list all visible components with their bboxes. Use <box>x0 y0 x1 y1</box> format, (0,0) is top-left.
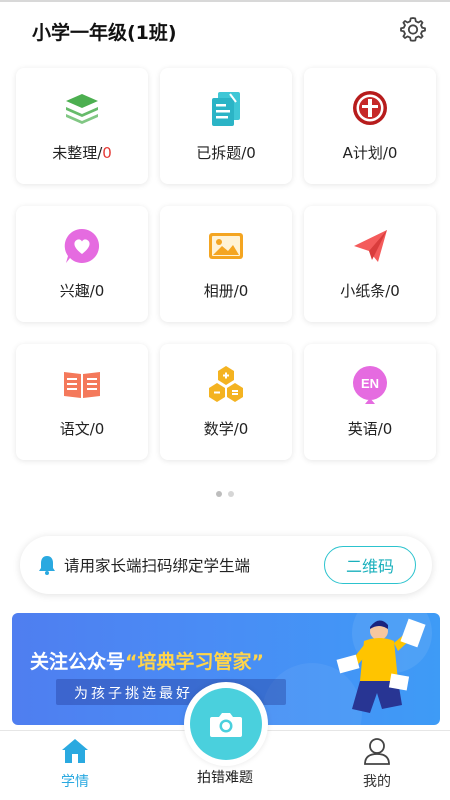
tile-chinese[interactable]: 语文/0 <box>16 344 148 460</box>
camera-button-inner <box>190 688 262 760</box>
tile-english[interactable]: EN 英语/0 <box>304 344 436 460</box>
tile-album[interactable]: 相册/0 <box>160 206 292 322</box>
bell-icon <box>39 556 55 575</box>
gear-icon[interactable] <box>398 14 428 44</box>
photo-icon <box>209 233 243 259</box>
open-book-icon <box>64 372 100 398</box>
en-badge-icon: EN <box>353 366 387 404</box>
user-icon <box>364 738 390 765</box>
banner-subtitle: 为孩子挑选最好 <box>74 686 193 702</box>
tile-interest[interactable]: 兴趣/0 <box>16 206 148 322</box>
tile-label: 未整理/0 <box>52 144 112 162</box>
tile-label: 已拆题/0 <box>196 144 256 162</box>
page-dot[interactable] <box>216 491 222 497</box>
tile-label: 英语/0 <box>347 420 393 438</box>
tile-label: A计划/0 <box>342 144 398 162</box>
math-blocks-icon <box>209 366 243 402</box>
tile-math[interactable]: 数学/0 <box>160 344 292 460</box>
page-indicator <box>0 491 450 497</box>
feature-grid: 未整理/0 已拆题/0 A计划/0 兴趣/0 相册/0 小纸条/0 语文/0 数… <box>16 68 436 460</box>
tile-label: 语文/0 <box>59 420 105 438</box>
camera-button[interactable] <box>184 682 268 766</box>
svg-text:EN: EN <box>361 376 379 391</box>
camera-icon <box>210 713 242 737</box>
tab-camera-label[interactable]: 拍错难题 <box>0 767 450 787</box>
home-icon <box>62 739 88 763</box>
banner-title: 关注公众号“培典学习管家” <box>30 651 264 673</box>
tile-split[interactable]: 已拆题/0 <box>160 68 292 184</box>
tile-label: 数学/0 <box>203 420 249 438</box>
tile-label: 小纸条/0 <box>340 282 400 300</box>
paper-plane-icon <box>354 230 387 262</box>
tile-a-plan[interactable]: A计划/0 <box>304 68 436 184</box>
tile-label: 兴趣/0 <box>59 282 105 300</box>
notice-text: 请用家长端扫码绑定学生端 <box>64 557 251 575</box>
heart-bubble-icon <box>64 228 100 263</box>
tile-unsorted[interactable]: 未整理/0 <box>16 68 148 184</box>
bind-notice: 请用家长端扫码绑定学生端 二维码 <box>20 536 432 594</box>
documents-icon <box>212 92 240 126</box>
page-dot[interactable] <box>228 491 234 497</box>
tile-label: 相册/0 <box>203 282 249 300</box>
qr-code-button[interactable]: 二维码 <box>324 546 416 584</box>
tile-note[interactable]: 小纸条/0 <box>304 206 436 322</box>
page-title: 小学一年级(1班) <box>32 22 177 44</box>
stacked-layers-icon <box>66 94 98 124</box>
header: 小学一年级(1班) <box>0 0 450 56</box>
seal-emblem-icon <box>353 91 387 125</box>
